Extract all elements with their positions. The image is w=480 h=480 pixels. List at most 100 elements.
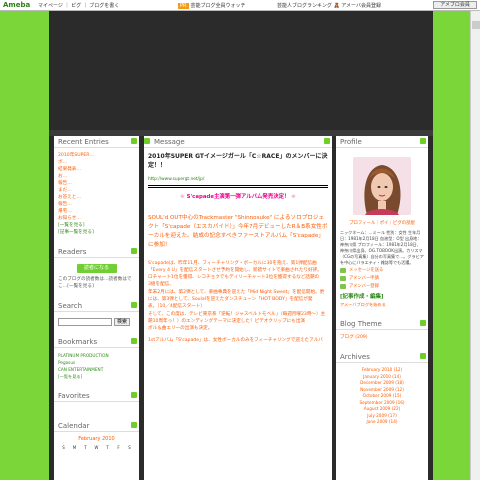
archives-title: Archives <box>340 353 370 361</box>
text-line: 「Every 4 U」を配信スタートさせ予約を開始し、新譜サイトで楽曲されたり好… <box>148 267 322 273</box>
favorites-header: Favorites <box>54 390 139 402</box>
gem-icon <box>420 320 426 326</box>
page-body: Recent Entries 2010年SUPER… ボ… 結果発表… お… 報… <box>49 136 433 480</box>
weekday: T <box>84 445 87 450</box>
promo-link-1[interactable]: PR 芸能ブログ全員ウォッチ <box>178 2 246 9</box>
mail-icon <box>340 268 346 273</box>
list-item[interactable]: お… <box>58 173 135 180</box>
text-line: 題10周年っ！）のエンディングテーマに決定した！ピデオクリップにも出演 <box>148 318 306 324</box>
recent-entries-list: 2010年SUPER… ボ… 結果発表… お… 報告… まだ… お答えと… 報告… <box>54 148 139 242</box>
text-line: 表。（10／4配信スタート） <box>148 304 206 310</box>
text-line: 年末2月には、第2弾として、楽曲事典を迎えた「Mid Night Sweet」を… <box>148 289 325 295</box>
entry-link[interactable]: http://www.supergt.net/jp/ <box>148 176 328 183</box>
recent-entries-header: Recent Entries <box>54 136 139 148</box>
right-sidebar: Profile プロフィール｜ポイ｜ピグの部屋 ニックネーム：…ミール 性別：女… <box>336 136 428 480</box>
bookmarks-section: Bookmarks PLATINUM PRODUCTION Pegasus CA… <box>54 336 139 386</box>
gem-icon <box>131 338 137 344</box>
bookmark-link[interactable]: PLATINUM PRODUCTION <box>58 352 135 359</box>
gem-icon <box>324 138 330 144</box>
scroll-thumb[interactable] <box>472 21 480 29</box>
promo-link-2[interactable]: 芸能人ブログランキング 🧸 アメーバ会員登録 <box>277 2 381 9</box>
person-icon <box>340 284 346 289</box>
album-announcement: ❀ S'capade主演第一弾アルバム発売決定！ ❀ <box>148 194 328 201</box>
favorites-section: Favorites <box>54 390 139 416</box>
gem-icon <box>131 302 137 308</box>
archives-section: Archives February 2010 (12) January 2010… <box>336 351 428 432</box>
blog-theme-section: Blog Theme ブログ (209) <box>336 318 428 347</box>
text-line: 3組を配信、 <box>148 282 174 288</box>
all-entries-link[interactable]: [記事一覧を見る] <box>58 229 135 236</box>
bookmarks-list: PLATINUM PRODUCTION Pegasus CAN ENTERTAI… <box>54 348 139 386</box>
blog-theme-title: Blog Theme <box>340 320 382 328</box>
entry-text: S'capadeは、昨年11月、フィーチャリング・ボーカルに30を抱え、第1弾配… <box>148 260 328 344</box>
top-nav-links[interactable]: マイページ ｜ ピグ ｜ ブログを書く <box>38 2 119 9</box>
profile-text: ニックネーム：…ミール 性別：女性 生年月日：1981年2月18日 血液型：O型… <box>340 230 424 265</box>
divider <box>148 185 328 187</box>
become-reader-button[interactable]: 読者になる <box>76 264 117 273</box>
blog-theme-header: Blog Theme <box>336 318 428 330</box>
link-label: アメンバー申請 <box>349 276 379 281</box>
star-icon: ❀ <box>180 194 185 201</box>
weekday: T <box>106 445 109 450</box>
list-item[interactable]: 報告… <box>58 201 135 208</box>
bookmark-link[interactable]: CAN ENTERTAINMENT <box>58 366 135 373</box>
readers-section: Readers 読者になる このブログの読者数は…読者数はでこ…[一覧を見る] <box>54 246 139 296</box>
text-line: ボル＆曲エリーの出演も決定。 <box>148 326 213 332</box>
login-button[interactable]: アメブロ会員 <box>433 1 477 9</box>
list-item[interactable]: お答えと… <box>58 194 135 201</box>
profile-photo[interactable] <box>353 157 411 215</box>
list-item[interactable]: 結果発表… <box>58 166 135 173</box>
bookmark-link[interactable]: Pegasus <box>58 359 135 366</box>
search-input[interactable] <box>58 318 112 326</box>
ameba-logo[interactable]: Ameba <box>3 1 30 9</box>
link-label: アメンバー登録 <box>349 284 379 289</box>
theme-item[interactable]: ブログ (209) <box>340 334 424 341</box>
entry-lead: SOUL'd OUT中心のTrackmaster "Shinnosuke" によ… <box>148 214 328 248</box>
promo-text[interactable]: 芸能ブログ全員ウォッチ <box>191 3 246 9</box>
recent-entries-section: Recent Entries 2010年SUPER… ボ… 結果発表… お… 報… <box>54 136 139 242</box>
search-row: 検索 <box>58 318 135 326</box>
list-item[interactable]: お知らせ… <box>58 215 135 222</box>
gem-icon <box>131 138 137 144</box>
archive-item[interactable]: June 2009 (14) <box>340 419 424 426</box>
search-button[interactable]: 検索 <box>114 318 130 326</box>
entry-body: 2010年SUPER GTイメージガール「C☆RACE」のメンバーに決定！！ h… <box>144 148 332 350</box>
archives-header: Archives <box>336 351 428 363</box>
list-item[interactable]: 2010年SUPER… <box>58 152 135 159</box>
favorites-title: Favorites <box>58 392 90 400</box>
blog-theme-body: ブログ (209) <box>336 330 428 347</box>
list-item[interactable]: ボ… <box>58 159 135 166</box>
calendar-month: February 2010 <box>78 436 115 442</box>
send-message-link[interactable]: メッセージを送る <box>340 267 424 274</box>
text-line: には、第3弾として、SoulaIを迎えたダンスチューン「HOT BODY」を配信… <box>148 297 313 303</box>
search-title: Search <box>58 302 83 310</box>
readers-body: 読者になる このブログの読者数は…読者数はでこ…[一覧を見る] <box>54 258 139 296</box>
gem-icon <box>131 392 137 398</box>
profile-links[interactable]: プロフィール｜ポイ｜ピグの部屋 <box>340 220 424 227</box>
readers-text: このブログの読者数は…読者数はでこ…[一覧を見る] <box>58 277 132 289</box>
amember-register-link[interactable]: アメンバー登録 <box>340 283 424 290</box>
weekday: M <box>72 445 77 450</box>
list-item[interactable]: 報告… <box>58 180 135 187</box>
readers-header: Readers <box>54 246 139 258</box>
amember-apply-link[interactable]: アメンバー申請 <box>340 275 424 282</box>
entry-title[interactable]: 2010年SUPER GTイメージガール「C☆RACE」のメンバーに決定！！ <box>148 152 328 170</box>
calendar-weekdays: S M T W T F S <box>58 444 135 451</box>
start-blog-link[interactable]: アメーバブログを始める <box>340 301 424 308</box>
edit-entry-link[interactable]: [記事作成・編集] <box>340 294 424 301</box>
calendar-title: Calendar <box>58 422 90 430</box>
list-item[interactable]: 帰宅… <box>58 208 135 215</box>
bookmarks-title: Bookmarks <box>58 338 98 346</box>
blog-header-image <box>49 11 433 130</box>
search-section: Search 検索 <box>54 300 139 332</box>
search-body: 検索 <box>54 312 139 332</box>
recent-more-link[interactable]: [一覧を見る] <box>58 222 135 229</box>
avatar-image <box>353 157 411 215</box>
profile-header: Profile <box>336 136 428 148</box>
list-item[interactable]: まだ… <box>58 187 135 194</box>
divider <box>148 187 328 189</box>
profile-section: Profile プロフィール｜ポイ｜ピグの部屋 ニックネーム：…ミール 性別：女… <box>336 136 428 314</box>
bookmark-more-link[interactable]: [一覧を見る] <box>58 373 135 380</box>
weekday: S <box>128 445 131 450</box>
vertical-scrollbar[interactable] <box>470 11 480 480</box>
